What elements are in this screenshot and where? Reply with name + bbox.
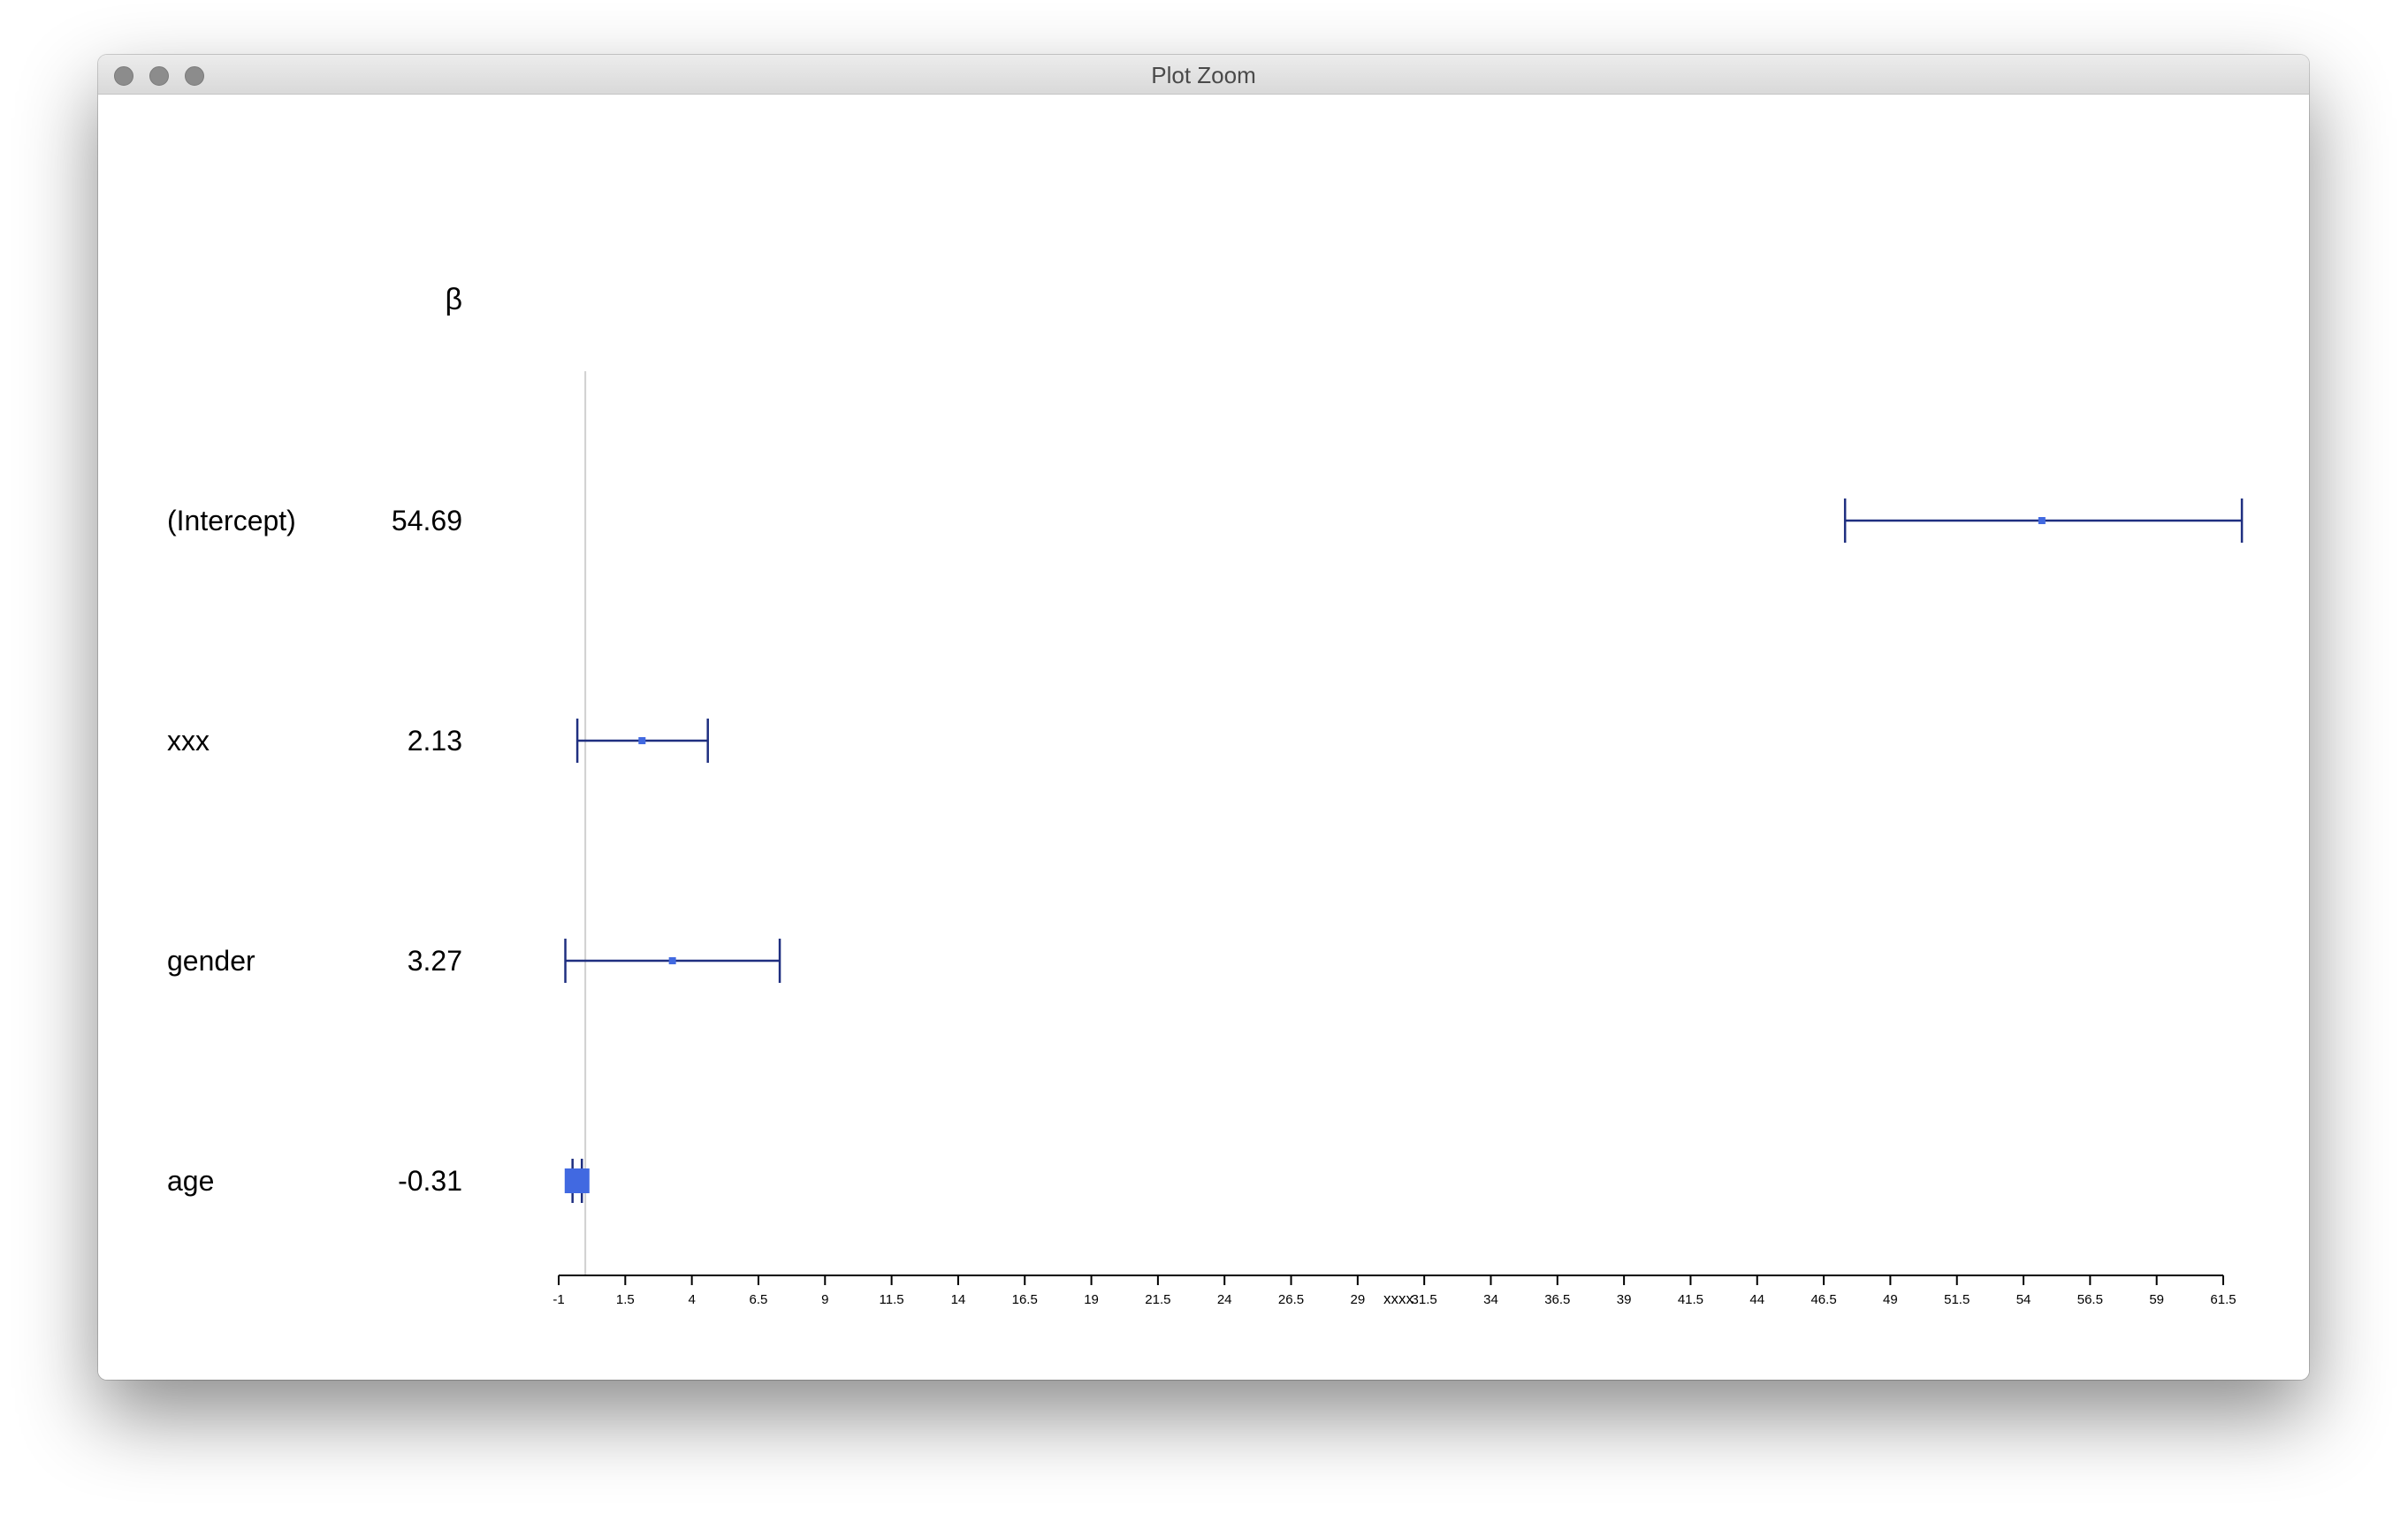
row-beta-value: 2.13	[408, 725, 462, 757]
plot-area: β (Intercept) 54.69 xxx 2.13 gender 3.27 age -0…	[98, 95, 2309, 1380]
window-title: Plot Zoom	[1151, 62, 1256, 88]
x-tick-label: 14	[951, 1292, 966, 1307]
x-tick-label: 11.5	[880, 1292, 904, 1307]
x-tick-label: 6.5	[750, 1292, 768, 1307]
row-beta-value: 54.69	[392, 505, 462, 537]
x-tick-label: 39	[1617, 1292, 1632, 1307]
x-tick-label: 54	[2016, 1292, 2031, 1307]
forest-row: age -0.31	[167, 1159, 590, 1203]
row-beta-value: 3.27	[408, 945, 462, 977]
x-tick-label: 1.5	[616, 1292, 635, 1307]
beta-column-header: β	[445, 283, 462, 316]
x-tick-label: -1	[552, 1292, 564, 1307]
forest-row: xxx 2.13	[167, 719, 709, 763]
x-tick-label: 26.5	[1278, 1292, 1304, 1307]
x-tick-label: 34	[1483, 1292, 1498, 1307]
x-tick-label: 56.5	[2077, 1292, 2103, 1307]
plot-zoom-window: Plot Zoom β (Intercept) 54.69 xxx 2.13 gende…	[98, 55, 2309, 1380]
forest-row: gender 3.27	[167, 939, 781, 983]
x-axis-label: xxxx	[1383, 1290, 1414, 1307]
x-tick-label: 16.5	[1012, 1292, 1038, 1307]
x-tick-label: 21.5	[1145, 1292, 1170, 1307]
forest-row: (Intercept) 54.69	[167, 498, 2244, 543]
x-tick-label: 36.5	[1544, 1292, 1570, 1307]
x-tick-label: 24	[1217, 1292, 1232, 1307]
x-tick-label: 59	[2149, 1292, 2164, 1307]
x-tick-label: 61.5	[2210, 1292, 2236, 1307]
point-estimate	[564, 1168, 590, 1193]
x-tick-label: 44	[1749, 1292, 1764, 1307]
row-label: age	[167, 1165, 214, 1197]
x-tick-label: 9	[821, 1292, 828, 1307]
x-tick-label: 49	[1883, 1292, 1898, 1307]
row-label: gender	[167, 945, 255, 977]
row-label: xxx	[167, 725, 210, 757]
x-tick-label: 46.5	[1810, 1292, 1836, 1307]
x-tick-label: 51.5	[1944, 1292, 1970, 1307]
forest-plot: β (Intercept) 54.69 xxx 2.13 gender 3.27 age -0…	[167, 283, 2244, 1307]
point-estimate	[2038, 517, 2046, 524]
x-tick-label: 41.5	[1678, 1292, 1703, 1307]
row-label: (Intercept)	[167, 505, 296, 537]
row-beta-value: -0.31	[398, 1165, 462, 1197]
point-estimate	[638, 737, 646, 744]
title-bar[interactable]: Plot Zoom	[98, 55, 2309, 95]
x-tick-label: 19	[1084, 1292, 1099, 1307]
x-tick-label: 31.5	[1412, 1292, 1437, 1307]
x-tick-label: 4	[688, 1292, 695, 1307]
x-tick-label: 29	[1350, 1292, 1365, 1307]
point-estimate	[668, 957, 676, 964]
